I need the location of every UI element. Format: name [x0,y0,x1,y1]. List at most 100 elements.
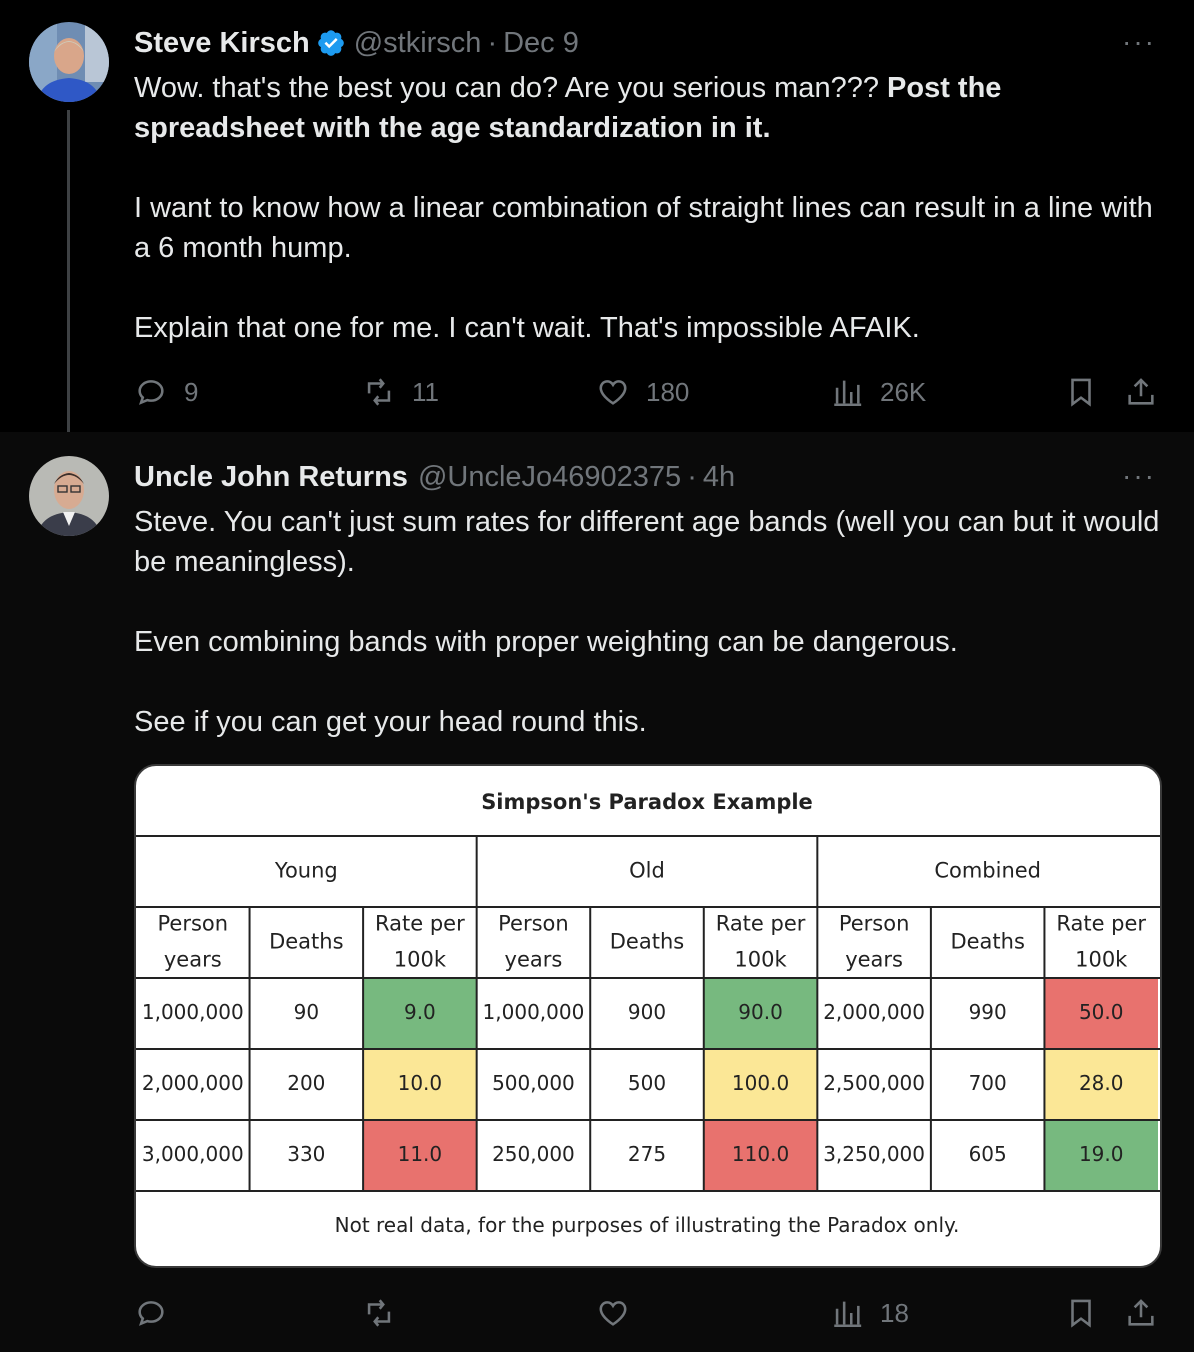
column-header: 100k [734,948,787,972]
table-cell: 2,000,000 [142,1071,244,1095]
like-count: 180 [646,376,690,407]
table-cell: 19.0 [1079,1142,1124,1166]
column-header: years [845,948,903,972]
table-cell: 9.0 [404,1000,436,1024]
timestamp[interactable]: Dec 9 [503,26,579,60]
column-header: Person [839,912,910,936]
simpsons-paradox-table: Simpson's Paradox Example Young Old Combine… [136,790,1160,1237]
retweet-button[interactable] [362,1292,396,1334]
table-cell: 10.0 [398,1071,443,1095]
group-header: Young [274,859,338,883]
tweet-uncle-john[interactable]: Uncle John Returns @UncleJo46902375 · 4h… [0,432,1194,1352]
table-cell: 50.0 [1079,1000,1124,1024]
action-bar: 9 11 180 26K [134,371,1164,413]
table-cell: 28.0 [1079,1071,1124,1095]
views-button[interactable]: 18 [830,1292,909,1334]
retweet-icon [367,378,391,406]
table-cell: 2,000,000 [823,1000,925,1024]
table-cell: 2,500,000 [823,1071,925,1095]
table-cell: 110.0 [732,1142,789,1166]
column-header: 100k [1075,948,1128,972]
views-icon [834,1301,862,1328]
bookmark-button[interactable] [1064,1292,1098,1334]
column-header: Person [498,912,569,936]
column-header: Deaths [269,930,343,954]
views-button[interactable]: 26K [830,371,926,413]
column-header: Rate per [1056,912,1146,936]
tweet-paragraph: See if you can get your head round this. [134,706,647,738]
table-cell: 900 [628,1000,666,1024]
share-button[interactable] [1124,371,1158,413]
retweet-button[interactable]: 11 [362,371,439,413]
reply-count: 9 [184,376,199,407]
column-header: Deaths [610,930,684,954]
tweet-header: Steve Kirsch @stkirsch · Dec 9 [134,26,579,60]
share-icon [1128,378,1154,405]
table-cell: 90 [294,1000,319,1024]
retweet-icon [367,1299,391,1327]
table-cell: 1,000,000 [142,1000,244,1024]
column-header: Rate per [375,912,465,936]
table-cell: 275 [628,1142,666,1166]
tweet-text: Steve. You can't just sum rates for diff… [134,502,1164,742]
table-cell: 100.0 [732,1071,789,1095]
thread-line [67,110,70,448]
like-button[interactable] [596,1292,630,1334]
group-header: Combined [934,859,1041,883]
bookmark-icon [1071,378,1091,407]
column-header: years [505,948,563,972]
table-cell: 3,250,000 [823,1142,925,1166]
tweet-paragraph: Steve. You can't just sum rates for diff… [134,506,1160,578]
author-name[interactable]: Uncle John Returns [134,460,408,494]
share-icon [1128,1299,1154,1326]
retweet-count: 11 [412,376,439,407]
heart-icon [599,380,627,405]
table-footnote: Not real data, for the purposes of illus… [335,1213,960,1237]
group-header: Old [629,859,665,883]
table-cell: 1,000,000 [483,1000,585,1024]
more-options-icon[interactable]: ··· [1122,26,1156,58]
like-button[interactable]: 180 [596,371,689,413]
heart-icon [599,1301,627,1326]
avatar[interactable] [29,456,109,536]
tweet-paragraph: Wow. that's the best you can do? Are you… [134,72,1002,144]
table-cell: 200 [287,1071,325,1095]
bookmark-icon [1071,1299,1091,1328]
table-cell: 990 [969,1000,1007,1024]
separator: · [487,27,498,59]
more-options-icon[interactable]: ··· [1122,460,1156,492]
table-cell: 330 [287,1142,325,1166]
column-header: Rate per [716,912,806,936]
action-bar: 18 [134,1292,1164,1334]
table-cell: 250,000 [492,1142,575,1166]
tweet-steve-kirsch[interactable]: Steve Kirsch @stkirsch · Dec 9 ··· Wow. … [0,0,1194,448]
tweet-paragraph: Even combining bands with proper weighti… [134,626,958,658]
table-cell: 3,000,000 [142,1142,244,1166]
views-count: 26K [880,376,927,407]
avatar[interactable] [29,22,109,102]
author-name[interactable]: Steve Kirsch [134,26,310,60]
attached-image-table[interactable]: Simpson's Paradox Example Young Old Combine… [134,764,1162,1268]
column-header: Deaths [950,930,1024,954]
tweet-header: Uncle John Returns @UncleJo46902375 · 4h [134,460,735,494]
verified-badge-icon [316,28,346,58]
table-cell: 90.0 [738,1000,783,1024]
author-handle[interactable]: @UncleJo46902375 [418,460,681,494]
table-cell: 500 [628,1071,666,1095]
table-title: Simpson's Paradox Example [481,790,813,814]
column-header: Person [157,912,228,936]
views-icon [834,380,862,407]
author-handle[interactable]: @stkirsch [354,26,482,60]
table-cell: 605 [969,1142,1007,1166]
reply-icon [138,380,164,405]
table-cell: 11.0 [398,1142,443,1166]
reply-button[interactable] [134,1292,168,1334]
bookmark-button[interactable] [1064,371,1098,413]
table-cell: 700 [969,1071,1007,1095]
reply-button[interactable]: 9 [134,371,198,413]
tweet-paragraph: Explain that one for me. I can't wait. T… [134,312,920,344]
reply-icon [138,1301,164,1326]
share-button[interactable] [1124,1292,1158,1334]
column-header: years [164,948,222,972]
timestamp[interactable]: 4h [703,460,735,494]
